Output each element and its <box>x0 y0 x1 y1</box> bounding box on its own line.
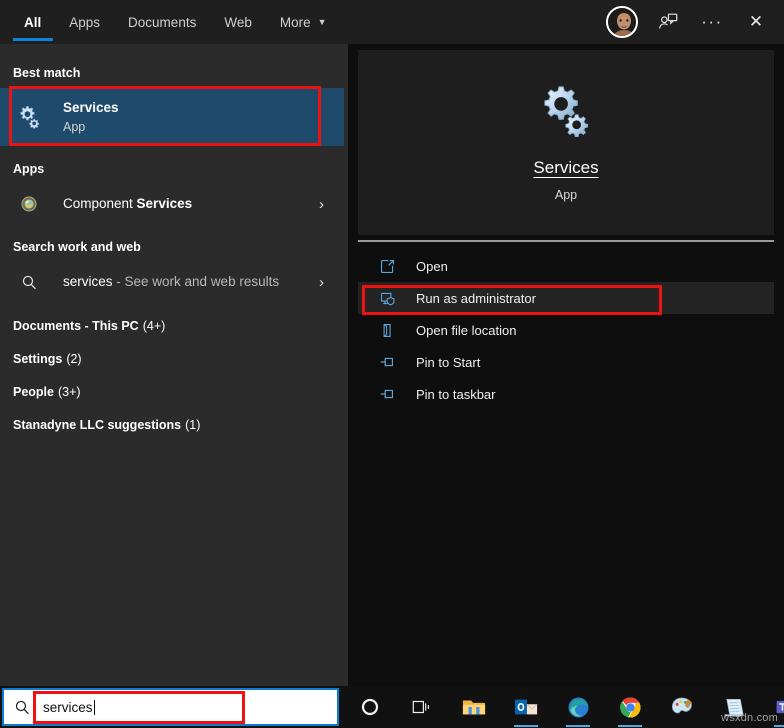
result-best-match-services[interactable]: Services App <box>0 88 344 146</box>
chevron-down-icon: ▼ <box>317 16 327 27</box>
app-preview-card: Services App <box>358 50 774 235</box>
action-open-file-location-label: Open file location <box>416 322 517 338</box>
open-icon <box>376 258 398 275</box>
action-pin-to-start-label: Pin to Start <box>416 354 481 370</box>
search-header: All Apps Documents Web More ▼ ··· ✕ <box>0 0 784 44</box>
divider <box>358 240 774 242</box>
action-pin-to-taskbar-label: Pin to taskbar <box>416 386 496 402</box>
best-match-text: Services App <box>63 99 119 136</box>
chevron-right-icon[interactable]: › <box>319 274 338 291</box>
more-options-icon[interactable]: ··· <box>692 2 732 42</box>
search-web-header-label: Search work and web <box>13 240 141 254</box>
avatar[interactable] <box>606 6 638 38</box>
section-settings-label: Settings <box>13 352 63 366</box>
taskbar-search-box[interactable]: services <box>2 688 339 726</box>
watermark: wsxdn.com <box>721 712 778 724</box>
best-match-subtitle: App <box>63 119 86 134</box>
search-input[interactable]: services <box>43 699 95 715</box>
result-web-search[interactable]: services - See work and web results › <box>0 262 348 302</box>
tab-web-label: Web <box>224 14 252 30</box>
component-services-text: Component Services <box>63 195 192 213</box>
gears-icon <box>538 83 594 144</box>
feedback-icon[interactable] <box>648 2 688 42</box>
search-input-value: services <box>43 699 93 715</box>
task-view-icon[interactable] <box>402 686 442 728</box>
section-org-suggestions-count: (1) <box>185 418 201 432</box>
best-match-header: Best match <box>0 58 348 88</box>
close-glyph: ✕ <box>748 12 764 31</box>
section-people-count: (3+) <box>58 385 81 399</box>
best-match-title: Services <box>63 99 119 115</box>
edge-icon[interactable] <box>558 686 598 728</box>
component-services-icon <box>13 196 45 212</box>
tab-strip: All Apps Documents Web More ▼ <box>10 0 341 44</box>
close-icon[interactable]: ✕ <box>736 2 776 42</box>
best-match-header-label: Best match <box>13 66 81 80</box>
tab-more[interactable]: More ▼ <box>266 0 341 44</box>
web-search-text: services - See work and web results <box>63 273 279 291</box>
action-open[interactable]: Open <box>358 250 774 282</box>
folder-location-icon <box>376 322 398 339</box>
web-search-query: services <box>63 274 113 289</box>
section-documents[interactable]: Documents - This PC (4+) <box>0 311 348 341</box>
result-component-services[interactable]: Component Services › <box>0 184 348 224</box>
action-open-file-location[interactable]: Open file location <box>358 314 774 346</box>
component-services-match: Services <box>136 196 193 211</box>
taskbar-icons <box>350 686 784 728</box>
app-preview-subtitle: App <box>554 188 578 202</box>
section-documents-count: (4+) <box>142 319 166 333</box>
tab-all[interactable]: All <box>10 0 55 44</box>
more-options-glyph: ··· <box>701 12 723 31</box>
component-services-prefix: Component <box>63 196 137 211</box>
app-preview-title: Services <box>533 158 599 177</box>
action-run-as-administrator-label: Run as administrator <box>416 290 536 306</box>
action-open-label: Open <box>416 258 448 274</box>
detail-pane: Services App Open Run as administrator O… <box>348 44 784 686</box>
action-run-as-administrator[interactable]: Run as administrator <box>358 282 774 314</box>
web-search-title: services - See work and web results <box>63 273 279 291</box>
chrome-icon[interactable] <box>610 686 650 728</box>
header-actions: ··· ✕ <box>606 0 776 44</box>
results-pane: Best match Services App Apps Component S… <box>0 44 348 686</box>
tab-apps-label: Apps <box>69 14 101 30</box>
apps-header: Apps <box>0 154 348 184</box>
file-explorer-icon[interactable] <box>454 686 494 728</box>
pin-icon <box>376 385 398 403</box>
section-org-suggestions-label: Stanadyne LLC suggestions <box>13 418 182 432</box>
taskbar: services <box>0 686 784 728</box>
pin-icon <box>376 353 398 371</box>
tab-documents[interactable]: Documents <box>114 0 210 44</box>
gears-icon <box>13 104 45 130</box>
search-icon <box>14 699 31 716</box>
tab-more-label: More <box>279 14 311 30</box>
section-settings[interactable]: Settings (2) <box>0 344 348 374</box>
chevron-right-icon[interactable]: › <box>319 196 338 213</box>
tab-documents-label: Documents <box>128 14 197 30</box>
section-settings-count: (2) <box>66 352 82 366</box>
outlook-icon[interactable] <box>506 686 546 728</box>
cortana-icon[interactable] <box>350 686 390 728</box>
shield-screen-icon <box>376 290 398 307</box>
tab-all-label: All <box>24 14 42 30</box>
search-web-header: Search work and web <box>0 232 348 262</box>
search-flyout: All Apps Documents Web More ▼ ··· ✕ Best… <box>0 0 784 686</box>
text-cursor <box>93 699 95 715</box>
component-services-title: Component Services <box>63 195 192 213</box>
tab-apps[interactable]: Apps <box>55 0 114 44</box>
action-pin-to-start[interactable]: Pin to Start <box>358 346 774 378</box>
section-documents-label: Documents - This PC <box>13 319 139 333</box>
paint-icon[interactable] <box>662 686 702 728</box>
section-people[interactable]: People (3+) <box>0 377 348 407</box>
tab-web[interactable]: Web <box>210 0 266 44</box>
action-pin-to-taskbar[interactable]: Pin to taskbar <box>358 378 774 410</box>
section-org-suggestions[interactable]: Stanadyne LLC suggestions (1) <box>0 410 348 440</box>
web-search-suffix: - See work and web results <box>112 274 280 289</box>
search-icon <box>13 274 45 291</box>
apps-header-label: Apps <box>13 162 45 176</box>
section-people-label: People <box>13 385 54 399</box>
app-actions-list: Open Run as administrator Open file loca… <box>358 250 774 410</box>
